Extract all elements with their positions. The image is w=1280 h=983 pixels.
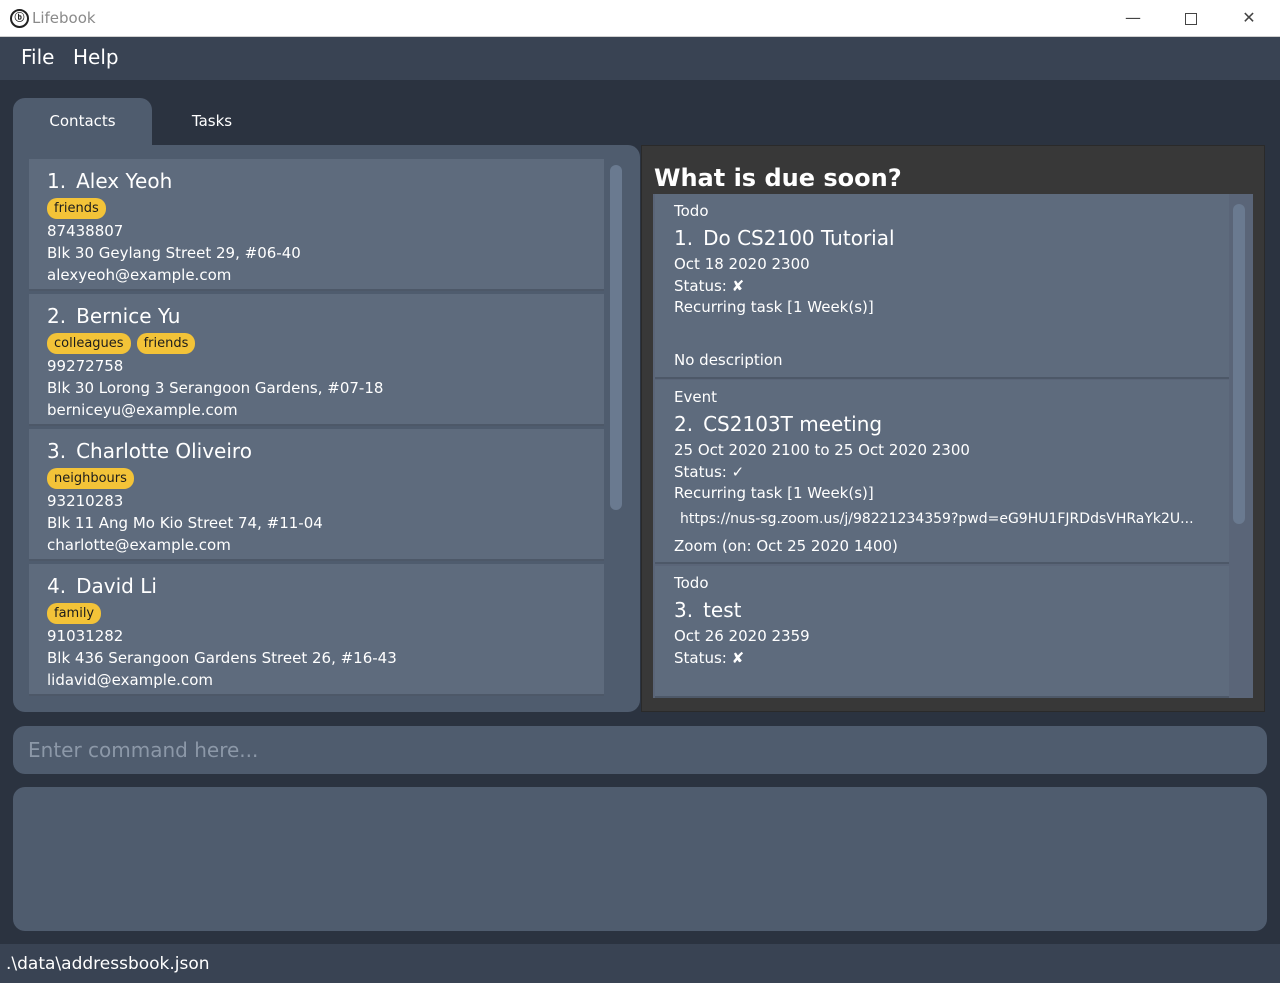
contact-name: 3. Charlotte Oliveiro: [47, 439, 252, 463]
task-name: 1. Do CS2100 Tutorial: [674, 226, 895, 250]
due-task-list[interactable]: Todo 1. Do CS2100 Tutorial Oct 18 2020 23…: [653, 194, 1253, 698]
contact-address: Blk 11 Ang Mo Kio Street 74, #11-04: [47, 514, 323, 532]
data-file-path: .\data\addressbook.json: [6, 954, 210, 974]
task-card[interactable]: Todo 1. Do CS2100 Tutorial Oct 18 2020 23…: [655, 194, 1229, 379]
contact-card[interactable]: 1. Alex Yeoh friends 87438807 Blk 30 Geyl…: [29, 159, 604, 291]
task-card[interactable]: Event 2. CS2103T meeting 25 Oct 2020 2100…: [655, 380, 1229, 564]
task-zoom-time: Zoom (on: Oct 25 2020 1400): [674, 537, 898, 555]
minimize-icon: —: [1125, 8, 1141, 27]
tag-badge: neighbours: [47, 468, 134, 489]
tasks-scrollbar[interactable]: [1233, 204, 1245, 524]
contact-tags: family: [47, 602, 107, 624]
task-name: 3. test: [674, 598, 742, 622]
contact-name: 1. Alex Yeoh: [47, 169, 173, 193]
task-name: 2. CS2103T meeting: [674, 412, 883, 436]
task-type: Event: [674, 388, 717, 406]
contact-phone: 93210283: [47, 492, 124, 510]
contact-email: berniceyu@example.com: [47, 401, 238, 419]
contact-name: 4. David Li: [47, 574, 157, 598]
task-recurring: Recurring task [1 Week(s)]: [674, 484, 874, 502]
contact-address: Blk 436 Serangoon Gardens Street 26, #16…: [47, 649, 397, 667]
due-soon-heading: What is due soon?: [654, 164, 902, 192]
menu-file[interactable]: File: [21, 45, 54, 69]
meeting-link[interactable]: https://nus-sg.zoom.us/j/98221234359?pwd…: [680, 511, 1215, 527]
window-title: Lifebook: [32, 9, 96, 27]
close-icon: ✕: [1242, 8, 1256, 27]
task-date: Oct 18 2020 2300: [674, 255, 810, 273]
contact-email: lidavid@example.com: [47, 671, 213, 689]
minimize-button[interactable]: —: [1104, 0, 1162, 36]
task-description: No description: [674, 351, 783, 369]
task-status: Status: ✓: [674, 463, 745, 481]
due-soon-panel: What is due soon? Todo 1. Do CS2100 Tutor…: [641, 145, 1265, 712]
tag-badge: colleagues: [47, 333, 131, 354]
result-display: [13, 787, 1267, 931]
contacts-list-panel[interactable]: 1. Alex Yeoh friends 87438807 Blk 30 Geyl…: [13, 145, 640, 712]
contact-name: 2. Bernice Yu: [47, 304, 181, 328]
app-logo-icon: ⓑ: [10, 9, 29, 28]
contact-phone: 99272758: [47, 357, 124, 375]
contact-email: charlotte@example.com: [47, 536, 231, 554]
tab-contacts[interactable]: Contacts: [13, 98, 152, 146]
title-bar: ⓑ Lifebook — ✕: [0, 0, 1280, 37]
menu-bar: File Help: [0, 37, 1280, 80]
contact-phone: 87438807: [47, 222, 124, 240]
contact-address: Blk 30 Lorong 3 Serangoon Gardens, #07-1…: [47, 379, 384, 397]
contact-card[interactable]: 3. Charlotte Oliveiro neighbours 93210283…: [29, 429, 604, 561]
maximize-button[interactable]: [1162, 0, 1220, 36]
menu-help[interactable]: Help: [73, 45, 119, 69]
task-date: Oct 26 2020 2359: [674, 627, 810, 645]
tag-badge: friends: [136, 333, 196, 354]
tag-badge: family: [47, 603, 102, 624]
task-status: Status: ✘: [674, 277, 745, 295]
contact-tags: neighbours: [47, 467, 140, 489]
contacts-scrollbar[interactable]: [610, 165, 622, 510]
contact-tags: colleagues friends: [47, 332, 201, 354]
status-bar: .\data\addressbook.json: [0, 944, 1280, 983]
contact-email: alexyeoh@example.com: [47, 266, 232, 284]
contact-phone: 91031282: [47, 627, 124, 645]
task-recurring: Recurring task [1 Week(s)]: [674, 298, 874, 316]
command-input[interactable]: [13, 726, 1267, 774]
close-button[interactable]: ✕: [1220, 0, 1278, 36]
contact-tags: friends: [47, 197, 112, 219]
task-date: 25 Oct 2020 2100 to 25 Oct 2020 2300: [674, 441, 970, 459]
task-type: Todo: [674, 574, 709, 592]
contact-card[interactable]: 4. David Li family 91031282 Blk 436 Seran…: [29, 564, 604, 696]
maximize-icon: [1185, 12, 1197, 25]
tag-badge: friends: [47, 198, 106, 219]
task-card[interactable]: Todo 3. test Oct 26 2020 2359 Status: ✘: [655, 566, 1229, 698]
contact-address: Blk 30 Geylang Street 29, #06-40: [47, 244, 301, 262]
contact-card[interactable]: 2. Bernice Yu colleagues friends 99272758 …: [29, 294, 604, 426]
task-status: Status: ✘: [674, 649, 745, 667]
task-type: Todo: [674, 202, 709, 220]
tab-tasks[interactable]: Tasks: [152, 98, 272, 146]
